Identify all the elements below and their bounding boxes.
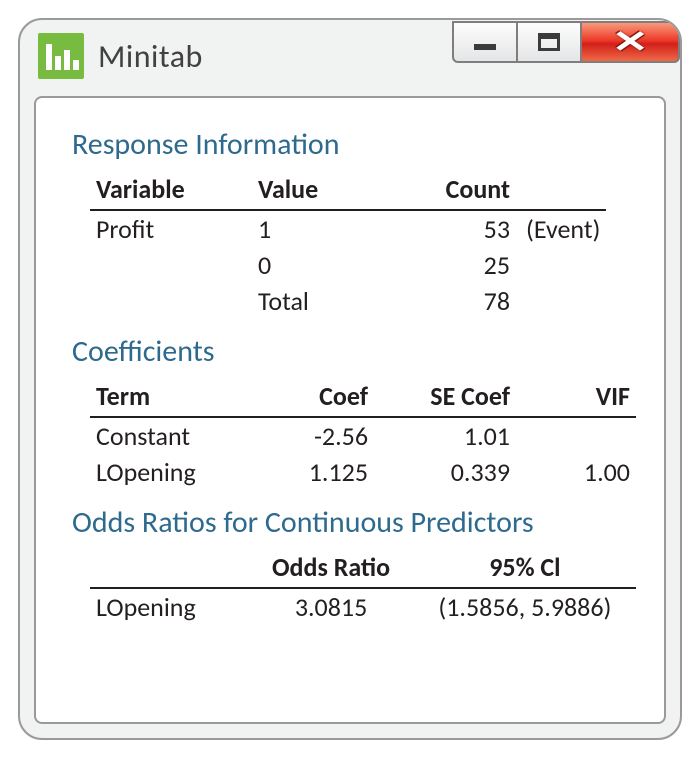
col-coef: Coef xyxy=(252,378,374,417)
maximize-button[interactable] xyxy=(516,21,582,63)
minimize-button[interactable] xyxy=(452,21,518,63)
cell-coef: -2.56 xyxy=(252,417,374,454)
col-ratio: Odds Ratio xyxy=(248,549,414,588)
col-count: Count xyxy=(384,171,516,210)
titlebar-left: Minitab xyxy=(38,33,203,79)
col-ci: 95% Cl xyxy=(414,549,636,588)
close-icon: ✕ xyxy=(611,27,648,58)
section-title-coefficients: Coefficients xyxy=(72,333,636,370)
output-panel: Response Information Variable Value Coun… xyxy=(34,96,666,724)
odds-ratio-table: Odds Ratio 95% Cl LOpening 3.0815 (1.585… xyxy=(90,549,636,625)
table-row: Profit 1 53 (Event) xyxy=(90,210,606,247)
table-row: Total 78 xyxy=(90,283,606,319)
coefficients-table: Term Coef SE Coef VIF Constant -2.56 1.0… xyxy=(90,378,636,490)
section-title-response: Response Information xyxy=(72,126,636,163)
table-row: LOpening 3.0815 (1.5856, 5.9886) xyxy=(90,588,636,625)
col-term xyxy=(90,549,248,588)
cell-term: LOpening xyxy=(90,454,252,490)
cell-coef: 1.125 xyxy=(252,454,374,490)
bar-chart-icon xyxy=(38,33,84,79)
cell-vif: 1.00 xyxy=(534,454,636,490)
cell-variable xyxy=(90,283,252,319)
col-value: Value xyxy=(252,171,384,210)
cell-note: (Event) xyxy=(516,210,606,247)
cell-term: Constant xyxy=(90,417,252,454)
window-controls: ✕ xyxy=(454,19,680,93)
table-header-row: Term Coef SE Coef VIF xyxy=(90,378,636,417)
close-button[interactable]: ✕ xyxy=(580,21,680,63)
app-window: Minitab ✕ Response Information Variab xyxy=(18,18,682,740)
cell-value: Total xyxy=(252,283,384,319)
cell-count: 25 xyxy=(384,247,516,283)
table-row: LOpening 1.125 0.339 1.00 xyxy=(90,454,636,490)
cell-count: 53 xyxy=(384,210,516,247)
col-variable: Variable xyxy=(90,171,252,210)
maximize-icon xyxy=(538,33,560,51)
cell-variable: Profit xyxy=(90,210,252,247)
col-note xyxy=(516,171,606,210)
cell-ratio: 3.0815 xyxy=(248,588,414,625)
col-se: SE Coef xyxy=(374,378,534,417)
cell-note xyxy=(516,247,606,283)
table-row: Constant -2.56 1.01 xyxy=(90,417,636,454)
cell-value: 0 xyxy=(252,247,384,283)
cell-vif xyxy=(534,417,636,454)
app-title: Minitab xyxy=(98,37,203,76)
cell-se: 1.01 xyxy=(374,417,534,454)
col-vif: VIF xyxy=(534,378,636,417)
cell-count: 78 xyxy=(384,283,516,319)
table-row: 0 25 xyxy=(90,247,606,283)
titlebar: Minitab ✕ xyxy=(20,20,680,92)
cell-variable xyxy=(90,247,252,283)
response-table: Variable Value Count Profit 1 53 (Event)… xyxy=(90,171,606,319)
cell-se: 0.339 xyxy=(374,454,534,490)
cell-term: LOpening xyxy=(90,588,248,625)
cell-ci: (1.5856, 5.9886) xyxy=(414,588,636,625)
cell-value: 1 xyxy=(252,210,384,247)
section-title-odds: Odds Ratios for Continuous Predictors xyxy=(72,504,636,541)
table-header-row: Odds Ratio 95% Cl xyxy=(90,549,636,588)
cell-note xyxy=(516,283,606,319)
table-header-row: Variable Value Count xyxy=(90,171,606,210)
col-term: Term xyxy=(90,378,252,417)
minimize-icon xyxy=(474,44,496,50)
